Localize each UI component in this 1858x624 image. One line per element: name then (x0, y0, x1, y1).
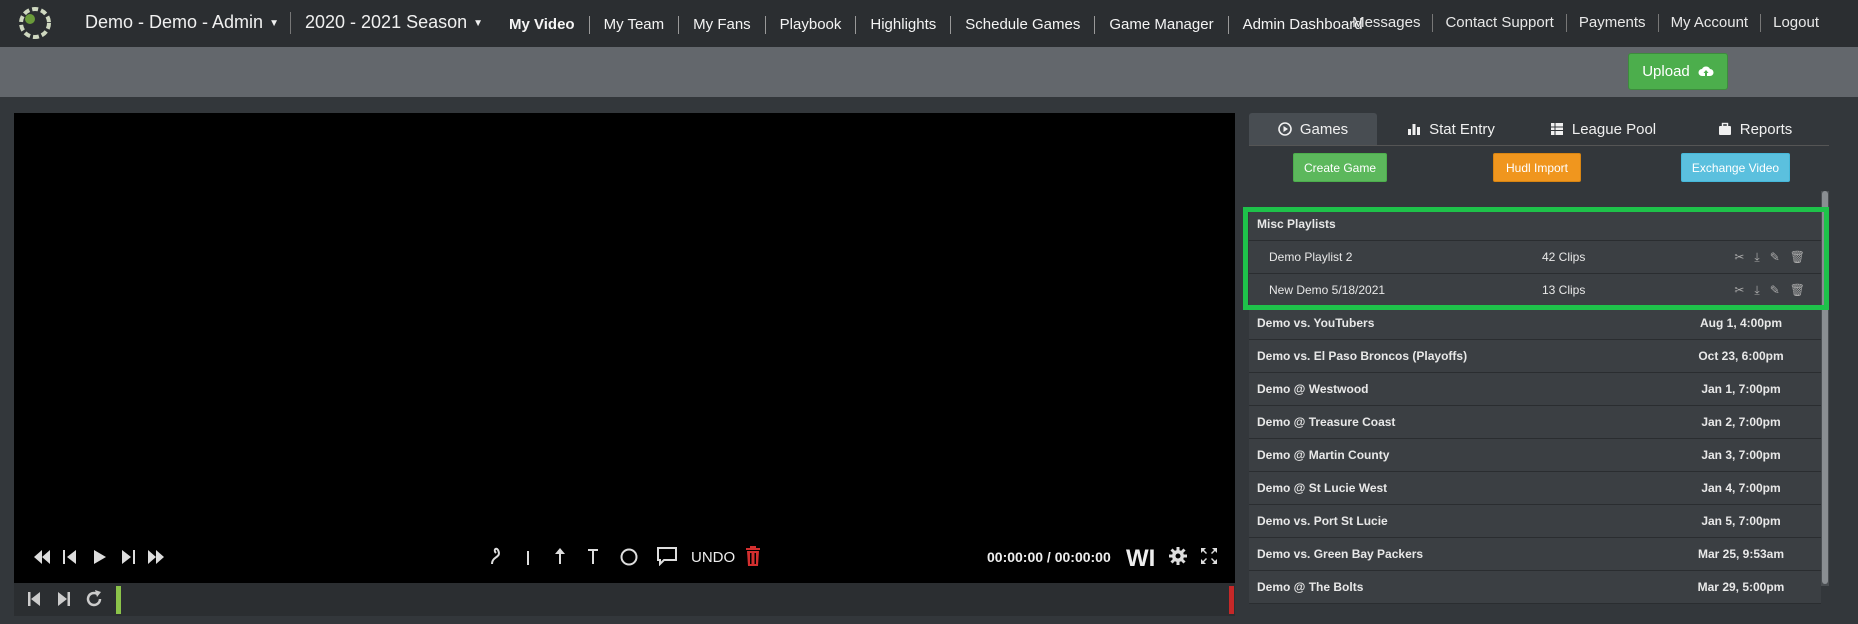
game-name: Demo vs. Green Bay Packers (1257, 547, 1424, 561)
skip-to-end-icon[interactable] (56, 590, 72, 608)
main-nav (0, 47, 1858, 97)
circle-tool-icon[interactable] (619, 547, 639, 567)
contact-support-link[interactable]: Contact Support (1432, 14, 1565, 32)
game-row[interactable]: Demo vs. Green Bay Packers Mar 25, 9:53am (1249, 538, 1821, 571)
my-account-link[interactable]: My Account (1657, 14, 1761, 32)
game-row[interactable]: Demo @ Treasure Coast Jan 2, 7:00pm (1249, 406, 1821, 439)
create-game-button[interactable]: Create Game (1293, 153, 1387, 182)
chevron-down-icon: ▼ (473, 17, 484, 29)
season-selector-label: 2020 - 2021 Season (305, 12, 468, 32)
tab-league-pool[interactable]: League Pool (1525, 113, 1681, 145)
game-row[interactable]: Demo vs. Port St Lucie Jan 5, 7:00pm (1249, 505, 1821, 538)
trash-icon[interactable] (744, 545, 762, 567)
tab-league-pool-label: League Pool (1571, 120, 1657, 138)
play-icon[interactable] (90, 548, 108, 566)
game-row[interactable]: Demo @ Martin County Jan 3, 7:00pm (1249, 439, 1821, 472)
tab-reports-label: Reports (1739, 120, 1793, 138)
game-date: Jan 4, 7:00pm (1701, 481, 1781, 495)
gear-icon[interactable] (1168, 546, 1188, 566)
freehand-draw-icon[interactable] (488, 546, 506, 566)
nav-links: My Video My Team My Fans Playbook Highli… (495, 16, 1377, 34)
game-name: Demo vs. El Paso Broncos (Playoffs) (1257, 349, 1468, 363)
briefcase-icon (1718, 122, 1731, 135)
nav-schedule-games[interactable]: Schedule Games (950, 16, 1094, 34)
comment-tool-icon[interactable] (656, 546, 678, 566)
tab-stat-entry[interactable]: Stat Entry (1377, 113, 1525, 145)
line-tool-icon[interactable] (524, 548, 532, 566)
game-row[interactable]: Demo vs. El Paso Broncos (Playoffs) Oct 2… (1249, 340, 1821, 373)
upload-button-label: Upload (1642, 63, 1690, 80)
tab-reports[interactable]: Reports (1681, 113, 1829, 145)
game-date: Jan 2, 7:00pm (1701, 415, 1781, 429)
nav-my-team[interactable]: My Team (588, 16, 679, 34)
step-forward-icon[interactable] (120, 548, 138, 566)
timeline-bar[interactable] (14, 583, 1235, 616)
game-name: Demo @ St Lucie West (1257, 481, 1388, 495)
fullscreen-icon[interactable] (1199, 546, 1219, 566)
table-icon (1550, 123, 1563, 135)
game-name: Demo @ Treasure Coast (1257, 415, 1396, 429)
game-date: Mar 25, 9:53am (1697, 547, 1785, 561)
logout-link[interactable]: Logout (1760, 14, 1831, 32)
nav-highlights[interactable]: Highlights (855, 16, 950, 34)
game-name: Demo @ The Bolts (1257, 580, 1364, 594)
play-circle-icon (1278, 122, 1292, 136)
nav-playbook[interactable]: Playbook (764, 16, 856, 34)
exchange-video-button[interactable]: Exchange Video (1681, 153, 1790, 182)
game-row[interactable]: Demo @ The Bolts Mar 29, 5:00pm (1249, 571, 1821, 604)
divider (1249, 145, 1829, 146)
bar-chart-icon (1408, 124, 1421, 135)
panel-tabs: Games Stat Entry League Pool Reports (1249, 113, 1829, 145)
team-selector[interactable]: Demo - Demo - Admin ▼ (85, 12, 279, 33)
game-name: Demo vs. YouTubers (1257, 316, 1375, 330)
game-date: Mar 29, 5:00pm (1697, 580, 1785, 594)
skip-to-start-icon[interactable] (26, 590, 42, 608)
tab-stat-entry-label: Stat Entry (1429, 120, 1495, 138)
tab-games[interactable]: Games (1249, 113, 1377, 145)
rewind-icon[interactable] (32, 548, 52, 566)
payments-link[interactable]: Payments (1565, 14, 1658, 32)
upload-button[interactable]: Upload (1628, 53, 1728, 90)
undo-button[interactable]: UNDO (691, 549, 735, 566)
list-spacer (1249, 191, 1821, 208)
team-selector-label: Demo - Demo - Admin (85, 12, 264, 32)
game-date: Jan 1, 7:00pm (1701, 382, 1781, 396)
timeline-start-marker[interactable] (116, 586, 121, 614)
app-logo[interactable] (18, 6, 52, 40)
tab-games-label: Games (1299, 120, 1349, 138)
step-back-icon[interactable] (60, 548, 78, 566)
wi-button[interactable]: WI (1126, 545, 1155, 573)
game-date: Jan 5, 7:00pm (1701, 514, 1781, 528)
nav-admin-dashboard[interactable]: Admin Dashboard (1227, 16, 1377, 34)
refresh-icon[interactable] (84, 589, 104, 609)
chevron-down-icon: ▼ (269, 17, 279, 29)
game-name: Demo @ Martin County (1257, 448, 1390, 462)
fast-forward-icon[interactable] (146, 548, 166, 566)
game-date: Jan 3, 7:00pm (1701, 448, 1781, 462)
cloud-upload-icon (1698, 66, 1714, 76)
game-row[interactable]: Demo vs. YouTubers Aug 1, 4:00pm (1249, 307, 1821, 340)
block-tool-icon[interactable] (586, 546, 600, 566)
season-selector[interactable]: 2020 - 2021 Season ▼ (305, 12, 483, 33)
top-links: Messages Contact Support Payments My Acc… (1340, 14, 1831, 32)
game-row[interactable]: Demo @ Westwood Jan 1, 7:00pm (1249, 373, 1821, 406)
nav-my-fans[interactable]: My Fans (678, 16, 765, 34)
time-display: 00:00:00 / 00:00:00 (987, 549, 1111, 565)
video-player[interactable] (14, 113, 1235, 583)
game-date: Oct 23, 6:00pm (1698, 349, 1784, 363)
game-date: Aug 1, 4:00pm (1699, 316, 1783, 330)
divider (290, 12, 291, 34)
playlist-highlight-box (1243, 207, 1829, 310)
game-name: Demo @ Westwood (1257, 382, 1369, 396)
game-row[interactable]: Demo @ St Lucie West Jan 4, 7:00pm (1249, 472, 1821, 505)
hudl-import-button[interactable]: Hudl Import (1493, 153, 1581, 182)
arrow-tool-icon[interactable] (553, 546, 567, 566)
nav-game-manager[interactable]: Game Manager (1094, 16, 1227, 34)
nav-my-video[interactable]: My Video (495, 16, 589, 34)
timeline-end-marker[interactable] (1229, 586, 1234, 614)
game-name: Demo vs. Port St Lucie (1257, 514, 1388, 528)
